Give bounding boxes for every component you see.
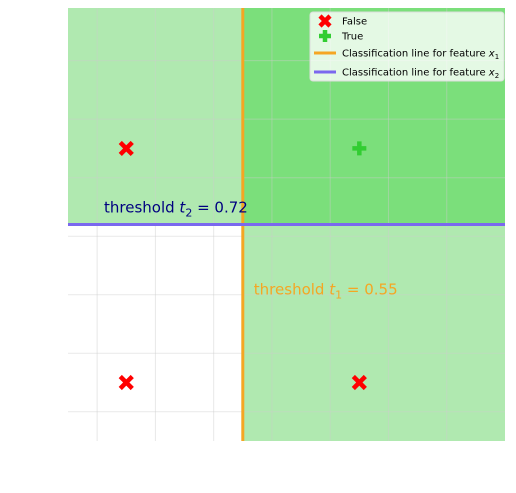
- legend-label: False: [342, 17, 367, 28]
- legend: False True Classification line for feature…: [309, 11, 505, 82]
- region-1: [242, 224, 506, 441]
- legend-label: Classification line for feature x2: [342, 68, 499, 81]
- legend-label: Classification line for feature x1: [342, 49, 499, 62]
- threshold-1-annotation: threshold t1 = 0.55: [254, 281, 398, 302]
- legend-label: True: [341, 32, 363, 43]
- chart: threshold t1 = 0.55 threshold t2 = 0.72 F…: [68, 8, 506, 441]
- point-false: [118, 374, 134, 391]
- threshold-2-annotation: threshold t2 = 0.72: [104, 199, 248, 220]
